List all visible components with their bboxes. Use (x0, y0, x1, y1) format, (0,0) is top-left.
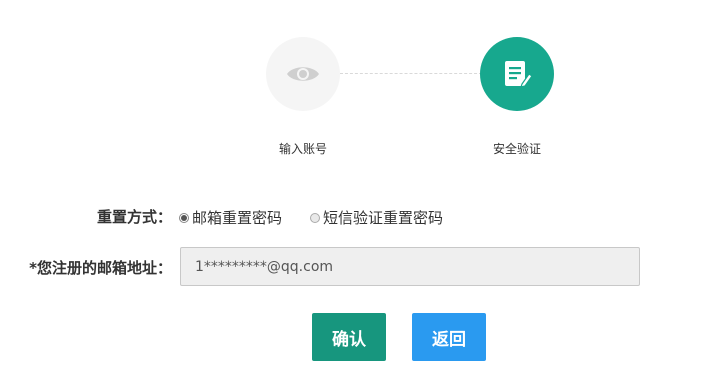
document-edit-icon (505, 61, 533, 88)
radio-unselected-icon[interactable] (310, 212, 321, 223)
email-field[interactable] (180, 247, 640, 286)
radio-email-reset[interactable]: 邮箱重置密码 (179, 207, 282, 228)
step-1-circle (266, 37, 340, 111)
radio-sms-reset-label: 短信验证重置密码 (323, 209, 444, 227)
back-button[interactable]: 返回 (412, 313, 486, 361)
radio-selected-icon[interactable] (179, 212, 189, 223)
reset-method-label: 重置方式： (96, 208, 172, 226)
step-connector-line (340, 73, 482, 74)
email-field-label: *您注册的邮箱地址： (29, 259, 172, 277)
step-2-circle (480, 37, 554, 111)
step-2-label: 安全验证 (492, 142, 541, 156)
radio-sms-reset[interactable]: 短信验证重置密码 (310, 207, 443, 228)
radio-email-reset-label: 邮箱重置密码 (192, 209, 283, 227)
eye-icon (287, 67, 319, 81)
step-1-label: 输入账号 (278, 142, 327, 156)
confirm-button[interactable]: 确认 (312, 313, 386, 361)
reset-method-radio-group: 邮箱重置密码 短信验证重置密码 (179, 207, 471, 228)
